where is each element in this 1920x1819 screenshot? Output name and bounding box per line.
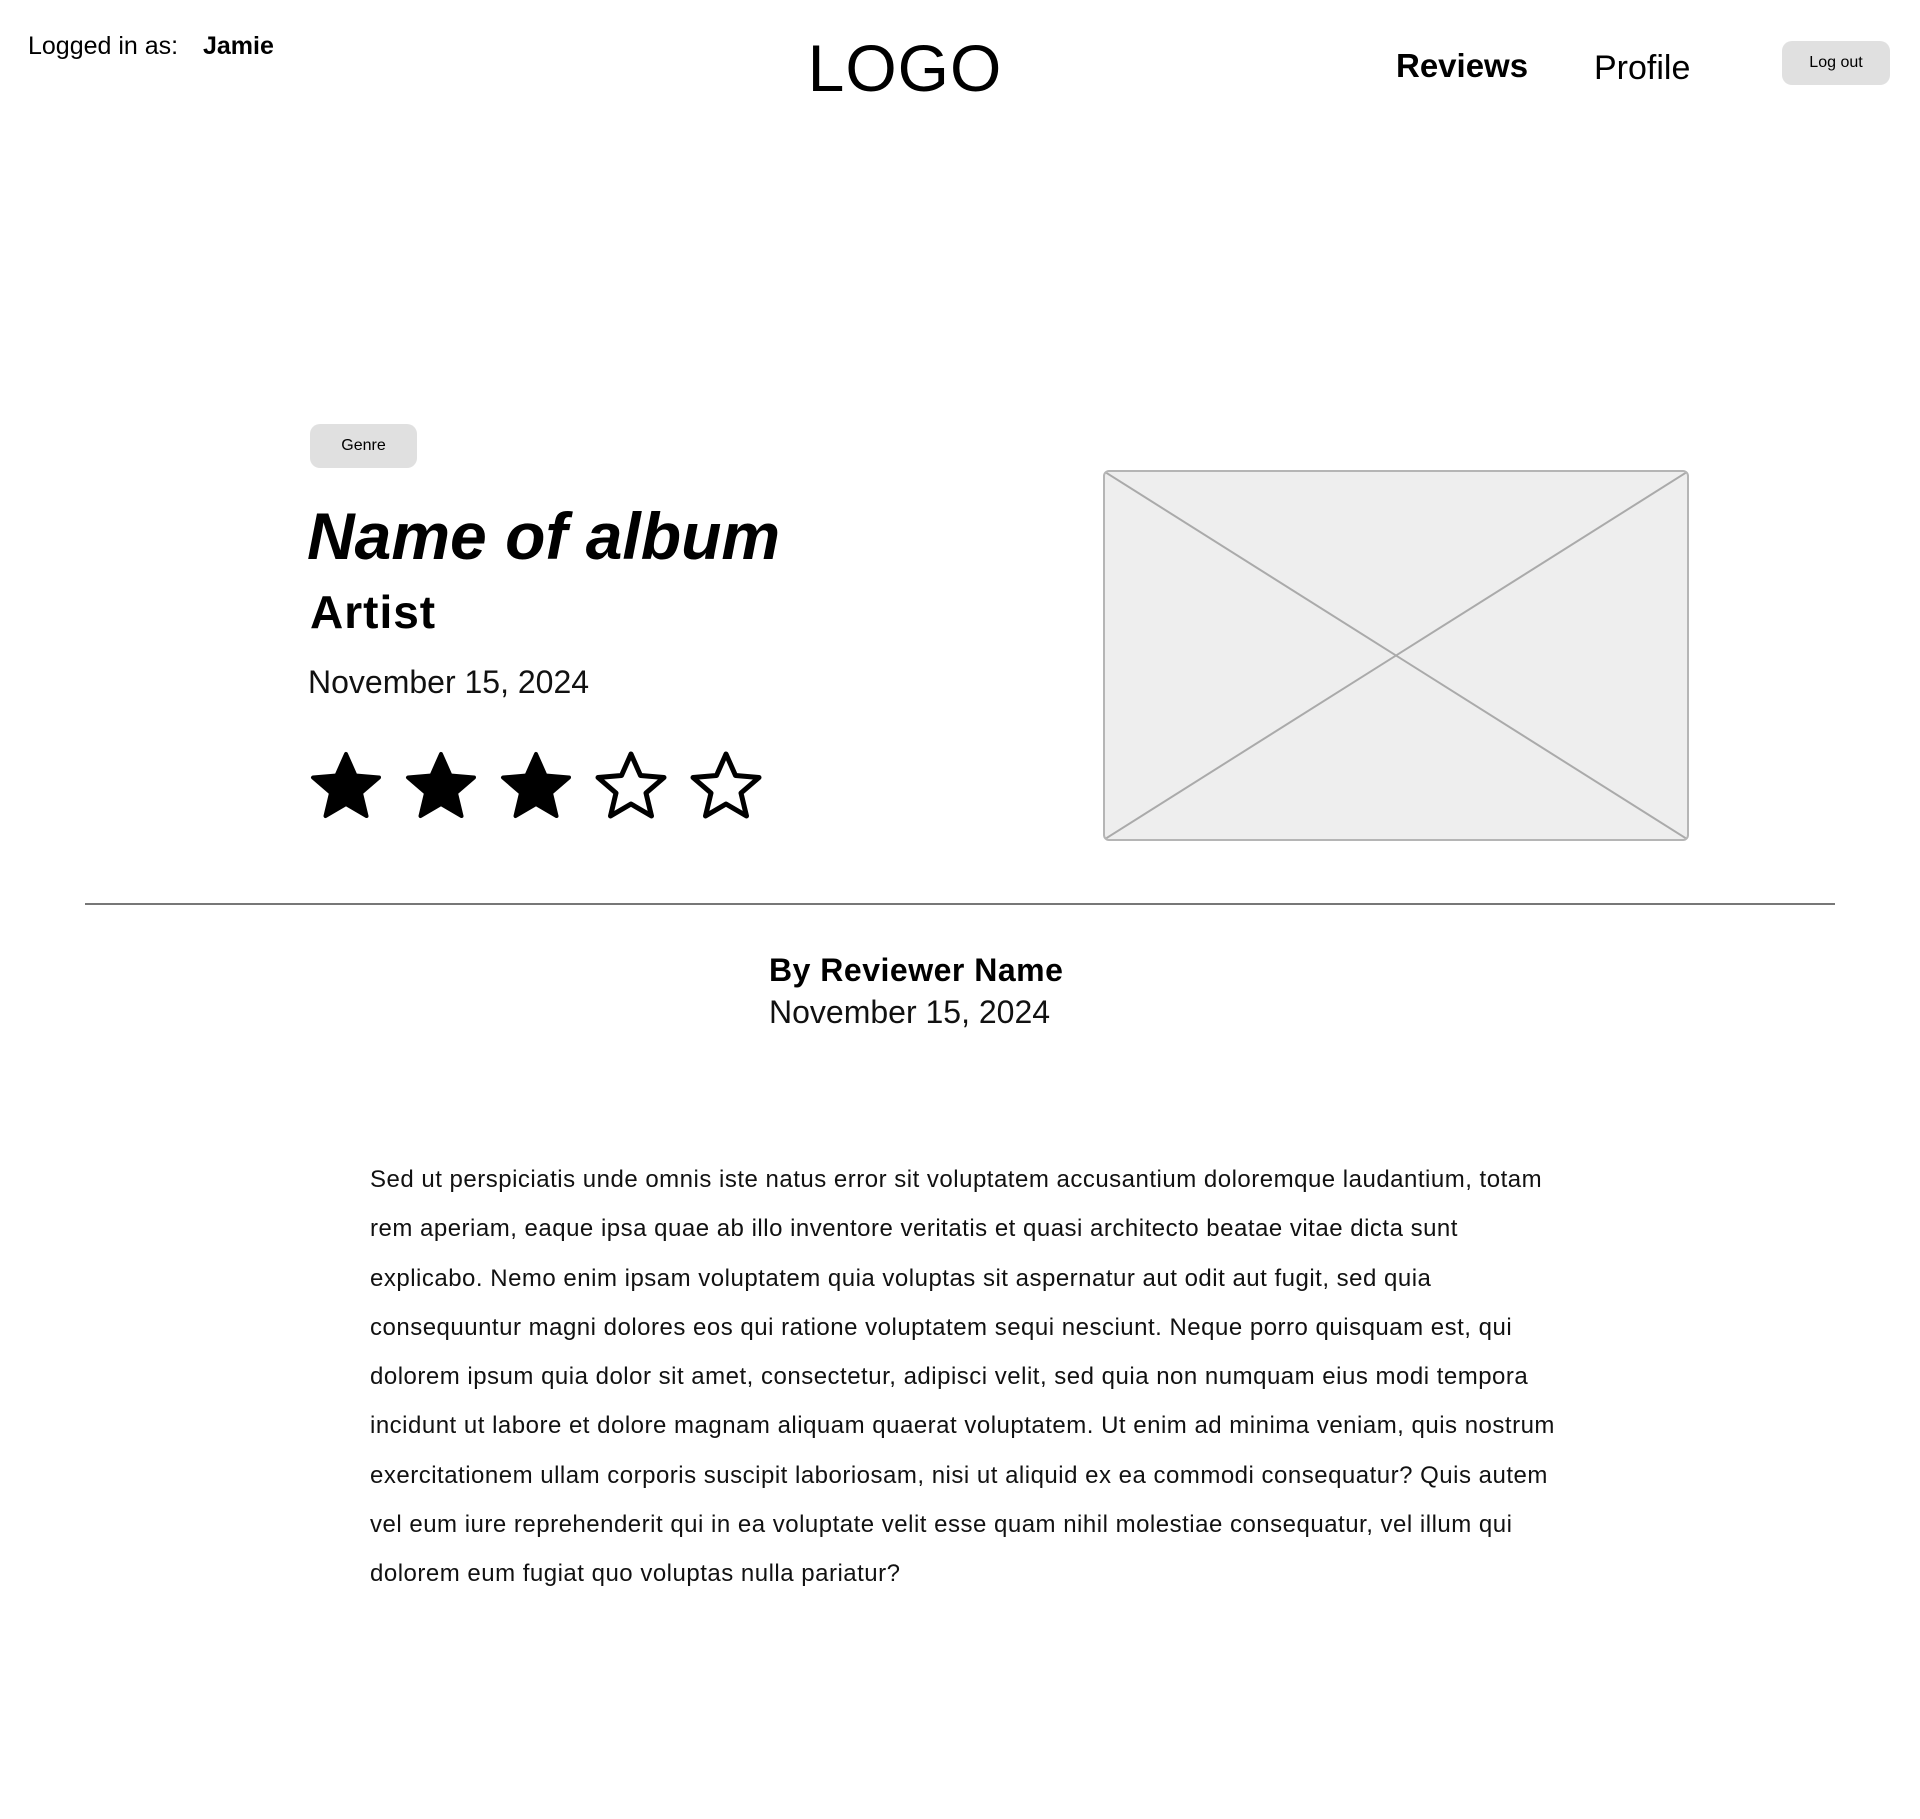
release-date: November 15, 2024 <box>308 664 590 700</box>
star-rating[interactable] <box>308 748 783 824</box>
star-filled-icon[interactable] <box>403 748 498 824</box>
review-body: Sed ut perspiciatis unde omnis iste natu… <box>370 1166 1555 1588</box>
star-filled-icon[interactable] <box>498 748 593 824</box>
logged-in-username: Jamie <box>203 32 274 60</box>
logout-button[interactable]: Log out <box>1782 41 1890 85</box>
album-image-placeholder <box>1103 470 1689 841</box>
star-filled-icon[interactable] <box>308 748 403 824</box>
nav-reviews-link[interactable]: Reviews <box>1396 44 1528 88</box>
reviewer-name: By Reviewer Name <box>769 952 1064 988</box>
logged-in-label: Logged in as: <box>28 32 179 60</box>
section-divider <box>85 903 1835 905</box>
artist-name: Artist <box>310 586 437 638</box>
album-title: Name of album <box>307 499 781 573</box>
genre-tag[interactable]: Genre <box>310 424 417 468</box>
image-placeholder-icon <box>1105 472 1687 839</box>
logo[interactable]: LOGO <box>700 28 1110 108</box>
review-date: November 15, 2024 <box>769 994 1051 1030</box>
star-empty-icon[interactable] <box>593 748 688 824</box>
star-empty-icon[interactable] <box>688 748 783 824</box>
nav-profile-link[interactable]: Profile <box>1594 46 1690 90</box>
